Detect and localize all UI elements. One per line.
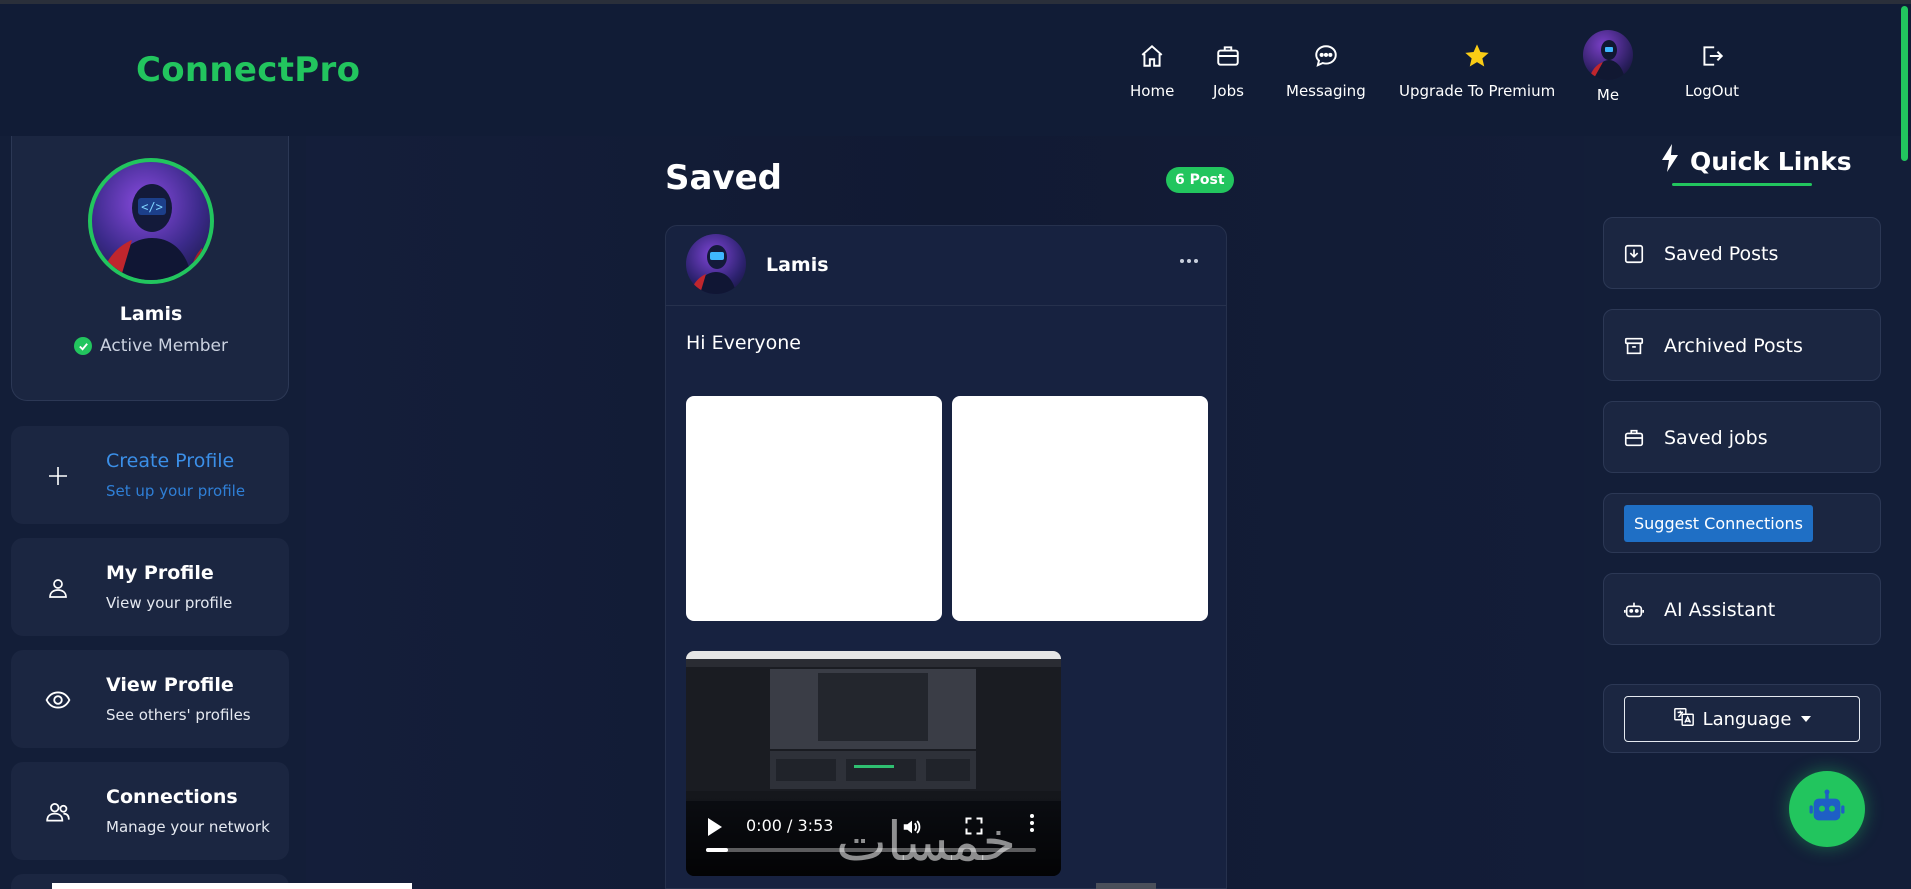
nav-logout[interactable]: LogOut [1685,40,1739,100]
lightning-icon [1660,144,1680,178]
sidebar-item-view-profile[interactable]: View Profile See others' profiles [11,650,289,748]
nav-home-label: Home [1130,82,1175,100]
post-image[interactable] [952,396,1208,621]
horizontal-scrollbar[interactable] [1096,883,1156,889]
video-frame [686,651,1061,801]
language-label: Language [1702,708,1792,730]
sidebar-item-my-profile[interactable]: My Profile View your profile [11,538,289,636]
post-author-name[interactable]: Lamis [766,254,829,276]
sidebar-item-title: View Profile [106,674,234,696]
sidebar-item-connections[interactable]: Connections Manage your network [11,762,289,860]
page-scrollbar[interactable] [1901,6,1908,161]
sidebar-item-subtitle: Manage your network [106,818,270,836]
quick-link-saved-posts[interactable]: Saved Posts [1603,217,1881,289]
robot-icon [1807,787,1847,831]
sidebar-item-title: Create Profile [106,450,235,472]
suggest-connections-button[interactable]: Suggest Connections [1624,505,1814,542]
archive-icon [1622,334,1646,358]
svg-text:خمسات: خمسات [836,810,1016,873]
language-card: Language [1603,684,1881,753]
quick-link-ai-assistant[interactable]: AI Assistant [1603,573,1881,645]
nav-premium-label: Upgrade To Premium [1399,82,1556,100]
quick-links-underline [1672,183,1812,186]
plus-icon [45,463,71,489]
svg-text:</>: </> [141,200,163,214]
sidebar-item-title: My Profile [106,562,214,584]
nav-upgrade-premium[interactable]: Upgrade To Premium [1399,40,1555,100]
nav-logout-label: LogOut [1685,82,1739,100]
sidebar-item-subtitle: See others' profiles [106,706,251,724]
people-icon [45,799,71,825]
sidebar-item-title: Connections [106,786,238,808]
nav-me[interactable]: Me [1583,30,1633,104]
post-header: Lamis [666,226,1226,306]
sidebar-item-create-profile[interactable]: Create Profile Set up your profile [11,426,289,524]
caret-down-icon [1801,716,1812,722]
language-dropdown[interactable]: Language [1624,696,1860,742]
quick-link-suggest-connections: Suggest Connections [1603,493,1881,553]
home-icon [1139,40,1165,72]
play-icon[interactable] [708,818,722,836]
video-seek-fill [706,848,728,852]
briefcase-icon [1622,426,1646,450]
briefcase-icon [1215,40,1241,72]
saved-post-card: Lamis Hi Everyone 0:00 / 3:53 [665,225,1227,889]
post-count-badge: 6 Post [1166,167,1234,193]
post-text: Hi Everyone [686,332,801,354]
taskbar-fragment [52,883,412,889]
quick-link-label: Saved jobs [1664,427,1768,449]
eye-icon [45,687,71,713]
nav-messaging[interactable]: Messaging [1286,40,1366,100]
quick-link-label: Archived Posts [1664,335,1803,357]
quick-link-archived-posts[interactable]: Archived Posts [1603,309,1881,381]
verified-check-icon [74,337,93,355]
watermark-logo: خمسات [836,810,1076,888]
quick-link-label: Saved Posts [1664,243,1779,265]
brand-logo[interactable]: ConnectPro [136,50,360,90]
profile-card: </> Lamis Active Member [11,136,289,401]
profile-name: Lamis [119,303,183,325]
sidebar-item-subtitle: Set up your profile [106,482,246,500]
quick-link-label: AI Assistant [1664,599,1776,621]
nav-home[interactable]: Home [1130,40,1174,100]
quick-links-label: Quick Links [1690,146,1852,176]
post-image[interactable] [686,396,942,621]
chat-icon [1313,40,1339,72]
nav-jobs[interactable]: Jobs [1213,40,1244,100]
robot-icon [1622,598,1646,622]
top-navbar: ConnectPro Home Jobs Messaging Upgrade T… [0,4,1911,136]
quick-links-title: Quick Links [1660,144,1852,178]
download-icon [1622,242,1646,266]
user-icon [45,575,71,601]
translate-icon [1673,706,1695,733]
more-options-icon[interactable] [1178,250,1200,272]
post-author-avatar[interactable] [686,234,746,294]
avatar [1583,30,1633,80]
nav-me-label: Me [1596,86,1620,104]
profile-avatar[interactable]: </> [88,158,214,284]
chatbot-button[interactable] [1789,771,1865,847]
profile-status: Active Member [12,336,290,356]
nav-messaging-label: Messaging [1286,82,1366,100]
sidebar-item-subtitle: View your profile [106,594,233,612]
star-icon [1463,40,1491,72]
video-time: 0:00 / 3:53 [746,816,834,835]
nav-jobs-label: Jobs [1213,82,1244,100]
quick-link-saved-jobs[interactable]: Saved jobs [1603,401,1881,473]
logout-icon [1699,40,1725,72]
profile-status-label: Active Member [100,336,228,356]
page-title: Saved [665,158,782,198]
